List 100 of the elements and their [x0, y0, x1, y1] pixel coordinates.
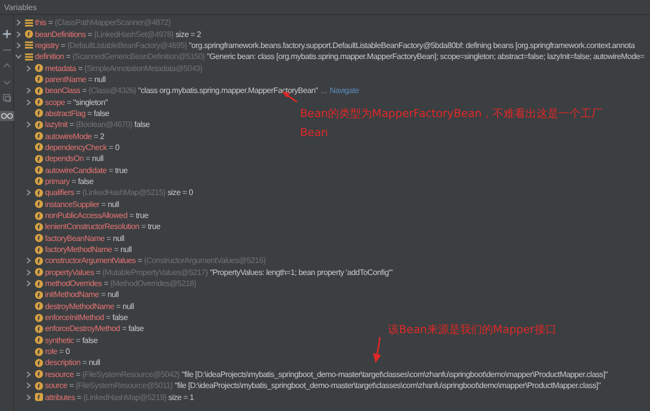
field-icon [35, 290, 43, 299]
variable-value: false [78, 176, 94, 186]
equals-sign: = [108, 166, 113, 175]
variable-name: abstractFlag [45, 108, 86, 118]
variable-name: instanceSupplier [45, 200, 100, 209]
equals-sign: = [101, 290, 106, 300]
variable-name: factoryMethodName [45, 245, 112, 254]
equals-sign: = [108, 142, 114, 152]
equals-sign: = [114, 245, 118, 254]
field-icon [35, 86, 43, 95]
field-icon [25, 30, 33, 38]
field-icon [35, 109, 43, 118]
variable-name: constructorArgumentValues [45, 256, 136, 266]
chevron-icon[interactable] [25, 64, 32, 72]
variable-value: "class org.mybatis.spring.mapper.MapperFactoryBean" [138, 86, 318, 96]
variable-name: role [45, 347, 58, 356]
variable-name: dependsOn [45, 154, 84, 164]
variable-value: null [88, 358, 100, 368]
chevron-icon[interactable] [25, 257, 32, 264]
chevron-icon[interactable] [25, 370, 32, 378]
navigate-link[interactable]: Navigate [330, 86, 359, 96]
variable-value: "file [D:\ideaProjects\mybatis_springboot_demo-master\target\classes\com\zhanfu\springboot\demo\mapper\ProductMapper.class]" [182, 370, 608, 379]
chevron-icon[interactable] [25, 98, 32, 106]
field-icon [35, 177, 43, 186]
variable-name: beanClass [45, 86, 80, 96]
chevron-icon[interactable] [15, 19, 22, 26]
variable-value: null [120, 245, 132, 254]
variable-name: nonPublicAccessAllowed [45, 211, 128, 220]
field-icon [35, 234, 43, 242]
field-icon [35, 200, 43, 208]
chevron-icon[interactable] [25, 189, 32, 196]
chevron-icon[interactable] [15, 42, 22, 49]
variable-value: false [82, 336, 98, 345]
equals-sign: = [60, 40, 66, 50]
variable-name: description [45, 358, 80, 368]
equals-sign: = [87, 108, 92, 118]
variable-name: qualifiers [45, 188, 74, 198]
variable-value: "singleton" [73, 98, 108, 107]
equals-sign: = [66, 98, 72, 107]
variable-value: null [107, 290, 119, 300]
chevron-icon[interactable] [25, 121, 32, 128]
variable-name: enforceInitMethod [45, 313, 104, 322]
variable-name: autowireCandidate [45, 166, 107, 175]
field-icon [35, 336, 43, 344]
copy-icon[interactable] [2, 93, 12, 103]
field-icon [35, 188, 43, 197]
equals-sign: = [78, 64, 82, 73]
equals-sign: = [48, 18, 53, 28]
field-icon [35, 120, 43, 129]
annotation-arrow [372, 337, 382, 363]
variable-value: false [128, 324, 144, 334]
equals-sign: = [96, 268, 100, 277]
annotation-text: 该Bean来源是我们的Mapper接口 [388, 322, 557, 337]
variable-name: propertyValues [45, 268, 94, 277]
variable-name: initMethodName [45, 290, 100, 300]
chevron-icon[interactable] [15, 30, 22, 38]
variable-value: "org.springframework.beans.factory.support.DefaultListableBeanFactory@5bda80bf: defining beans [org.springframework.context.annota [188, 40, 635, 50]
chevron-icon[interactable] [15, 53, 22, 60]
equals-sign: = [82, 358, 87, 368]
equals-sign: = [76, 370, 80, 379]
equals-sign: = [76, 336, 80, 345]
variable-value: true [136, 211, 148, 220]
object-icon [25, 41, 33, 50]
chevron-icon[interactable] [25, 382, 32, 390]
variable-value: 0 [115, 142, 120, 152]
variable-name: synthetic [45, 336, 74, 345]
glasses-icon[interactable] [0, 111, 14, 121]
field-icon [35, 382, 43, 390]
equals-sign: = [122, 324, 126, 334]
variable-value: null [94, 74, 106, 84]
variable-value: "file [D:\ideaProjects\mybatis_springboot_demo-master\target\classes\com\zhanfu\springboot\demo\mapper\ProductMapper.class]" [174, 381, 601, 390]
variable-value: size = 0 [167, 188, 193, 198]
plus-icon[interactable] [2, 29, 12, 39]
chevron-icon[interactable] [25, 87, 32, 94]
field-icon [35, 132, 43, 140]
equals-sign: = [86, 154, 90, 164]
chevron-icon[interactable] [25, 280, 32, 288]
variable-name: primary [45, 176, 70, 186]
chevron-icon[interactable] [25, 394, 32, 401]
variable-name: methodOverrides [45, 279, 102, 288]
field-icon [35, 222, 43, 231]
variable-value: null [108, 200, 119, 209]
equals-sign: = [141, 222, 146, 232]
equals-sign: = [59, 347, 64, 356]
variable-name: parentName [45, 74, 86, 84]
equals-sign: = [94, 132, 98, 141]
variable-name: lenientConstructorResolution [45, 222, 140, 232]
field-icon [35, 370, 43, 378]
equals-sign: = [70, 120, 74, 130]
variable-value: null [92, 154, 104, 164]
equals-sign: = [69, 381, 74, 390]
variable-name: metadata [45, 64, 76, 73]
equals-sign: = [116, 302, 121, 311]
equals-sign: = [76, 392, 82, 402]
variable-name: registry [35, 40, 59, 50]
variable-value: 2 [100, 132, 104, 141]
variable-name: definition [35, 52, 64, 62]
field-icon [35, 75, 43, 84]
variable-value: "Generic bean: class [org.mybatis.spring.mapper.MapperFactoryBean]; scope=singleton; abstract=false; lazyInit=false; autowireMode= [206, 52, 644, 62]
chevron-icon[interactable] [25, 268, 32, 276]
